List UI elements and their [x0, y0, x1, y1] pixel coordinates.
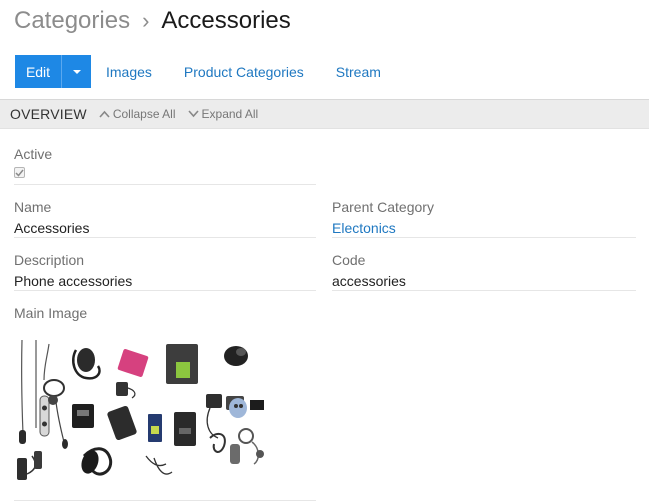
active-checkbox[interactable] — [14, 167, 25, 178]
breadcrumb-separator: › — [142, 8, 150, 33]
edit-button[interactable]: Edit — [15, 55, 61, 88]
expand-all-label: Expand All — [201, 107, 259, 121]
divider — [14, 500, 316, 501]
overview-header: OVERVIEW Collapse All Expand All — [0, 99, 649, 129]
checkmark-icon — [15, 169, 24, 177]
divider — [332, 237, 636, 238]
edit-dropdown-button[interactable] — [61, 55, 91, 88]
toolbar: Edit Images Product Categories Stream — [15, 55, 381, 88]
divider — [14, 184, 316, 185]
divider — [332, 290, 636, 291]
code-value: accessories — [332, 273, 406, 289]
divider — [14, 237, 316, 238]
parent-category-link[interactable]: Electonics — [332, 220, 396, 236]
tab-product-categories[interactable]: Product Categories — [184, 64, 304, 80]
accessories-collage-image — [17, 339, 264, 480]
tab-stream[interactable]: Stream — [336, 64, 381, 80]
active-label: Active — [14, 146, 53, 162]
code-label: Code — [332, 252, 366, 268]
overview-title: OVERVIEW — [10, 106, 87, 122]
description-label: Description — [14, 252, 85, 268]
collapse-all-button[interactable]: Collapse All — [99, 107, 176, 121]
caret-down-icon — [72, 69, 81, 74]
breadcrumb: Categories › Accessories — [14, 7, 291, 39]
parent-category-label: Parent Category — [332, 199, 434, 215]
expand-all-button[interactable]: Expand All — [187, 107, 259, 121]
breadcrumb-parent[interactable]: Categories — [14, 7, 130, 35]
chevron-down-icon — [187, 110, 199, 118]
name-label: Name — [14, 199, 52, 215]
divider — [14, 290, 316, 291]
main-image-label: Main Image — [14, 305, 88, 321]
collapse-all-label: Collapse All — [112, 107, 176, 121]
chevron-up-icon — [99, 110, 110, 118]
name-value: Accessories — [14, 220, 90, 236]
main-image[interactable] — [14, 338, 270, 492]
tab-images[interactable]: Images — [106, 64, 152, 80]
description-value: Phone accessories — [14, 273, 133, 289]
page-title: Accessories — [161, 7, 291, 34]
